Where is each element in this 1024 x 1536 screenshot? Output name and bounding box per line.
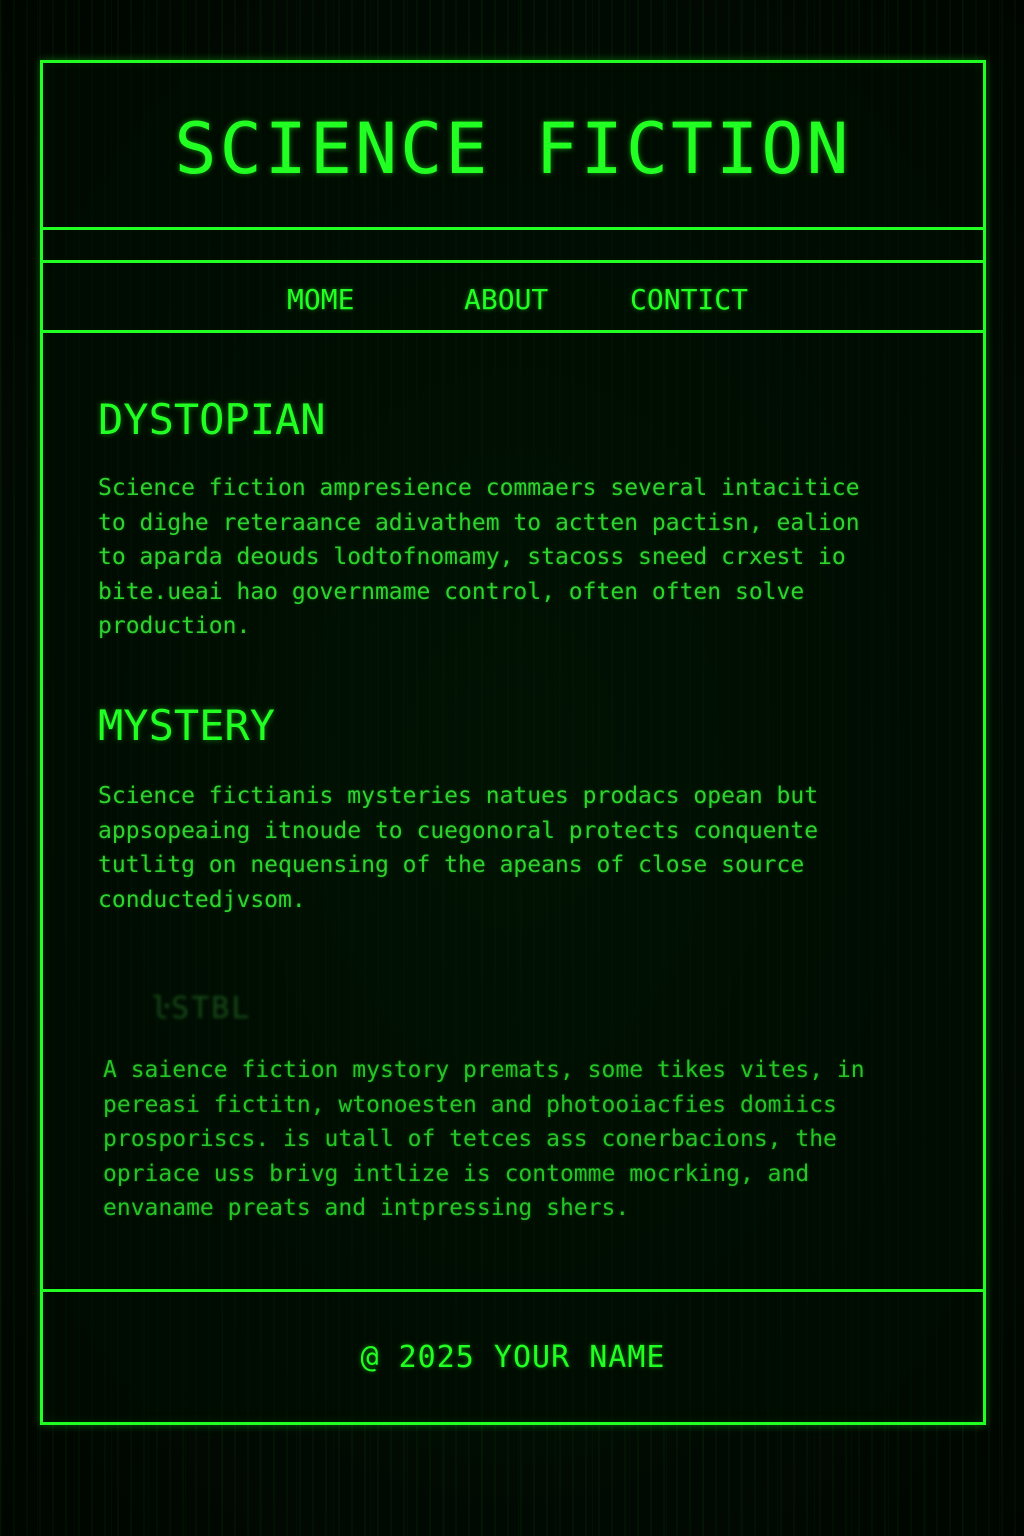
section-heading-mystery: MYSTERY xyxy=(98,701,276,750)
section-heading-dystopian: DYSTOPIAN xyxy=(98,395,326,444)
main-nav: MOME ABOUT CONTICT xyxy=(43,263,983,333)
site-title: SCIENCE FICTION xyxy=(174,108,852,190)
section-body-extra: A saience fiction mystory premats, some … xyxy=(103,1057,865,1221)
site-header: SCIENCE FICTION xyxy=(43,63,983,230)
section-body-mystery: Science fictianis mysteries natues proda… xyxy=(98,783,819,913)
nav-link-about[interactable]: ABOUT xyxy=(464,283,548,316)
nav-link-home[interactable]: MOME xyxy=(287,283,354,316)
site-footer: @ 2025 YOUR NAME xyxy=(43,1289,983,1422)
nav-link-contact[interactable]: CONTICT xyxy=(630,283,748,316)
copyright-text: @ 2025 YOUR NAME xyxy=(360,1339,666,1375)
section-heading-faded: ŀSTBL xyxy=(151,991,252,1026)
page-frame: SCIENCE FICTION MOME ABOUT CONTICT DYSTO… xyxy=(40,60,986,1425)
section-body-dystopian: Science fiction ampresience commaers sev… xyxy=(98,475,860,639)
